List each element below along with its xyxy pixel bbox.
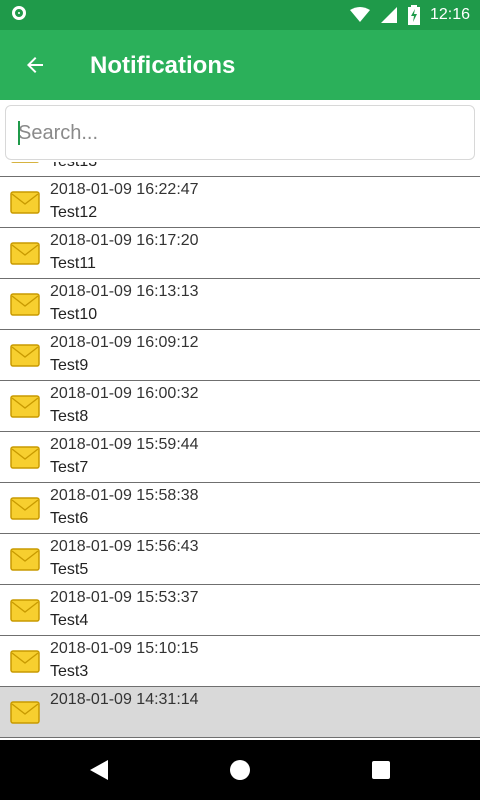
notification-title: Test12 [50, 204, 98, 221]
status-icons: 12:16 [349, 4, 470, 26]
envelope-icon [10, 701, 40, 724]
notification-title: Test8 [50, 408, 89, 425]
notification-title: Test7 [50, 459, 89, 476]
envelope-icon [10, 242, 40, 265]
notification-title: Test9 [50, 357, 89, 374]
envelope-icon [10, 497, 40, 520]
notification-row[interactable]: 2018-01-09 15:10:15 Test3 [0, 636, 480, 687]
envelope-icon [10, 344, 40, 367]
notification-time: 2018-01-09 14:31:14 [50, 691, 199, 708]
system-nav-bar [0, 740, 480, 800]
notification-row[interactable]: 2018-01-09 16:09:12 Test9 [0, 330, 480, 381]
notification-time: 2018-01-09 15:58:38 [50, 487, 199, 504]
envelope-icon [10, 599, 40, 622]
search-box[interactable] [5, 105, 475, 160]
text-cursor [18, 121, 20, 145]
notification-time: 2018-01-09 15:59:44 [50, 436, 199, 453]
notification-row[interactable]: 2018-01-09 16:13:13 Test10 [0, 279, 480, 330]
envelope-icon [10, 650, 40, 673]
battery-charging-icon [407, 5, 420, 25]
notification-row[interactable]: 2018-01-09 16:00:32 Test8 [0, 381, 480, 432]
notification-title: Test6 [50, 510, 89, 527]
notification-time: 2018-01-09 15:56:43 [50, 538, 199, 555]
nav-back-icon[interactable] [88, 758, 110, 782]
nav-home-icon[interactable] [229, 758, 251, 782]
app-bar: Notifications [0, 30, 480, 100]
search-input[interactable] [16, 114, 460, 152]
notification-time: 2018-01-09 16:17:20 [50, 232, 199, 249]
notification-row[interactable]: 2018-01-09 15:53:37 Test4 [0, 585, 480, 636]
notification-list-content: 2018-01-09 16:23:13Test132018-01-09 16:2… [0, 162, 480, 738]
notification-title: Test11 [50, 255, 96, 272]
notification-time: 2018-01-09 16:13:13 [50, 283, 199, 300]
notification-row[interactable]: 2018-01-09 15:56:43 Test5 [0, 534, 480, 585]
notification-list[interactable]: 2018-01-09 16:23:13Test132018-01-09 16:2… [0, 162, 480, 740]
arrow-back-icon [27, 57, 43, 73]
notification-time: 2018-01-09 15:10:15 [50, 640, 199, 657]
notification-row[interactable]: 2018-01-09 15:58:38 Test6 [0, 483, 480, 534]
page-title: Notifications [90, 52, 236, 79]
envelope-icon [10, 293, 40, 316]
notification-title: Test3 [50, 663, 89, 680]
notification-title: Test4 [50, 612, 89, 629]
nav-recents-icon[interactable] [370, 758, 392, 782]
notification-time: 2018-01-09 16:00:32 [50, 385, 199, 402]
envelope-icon [10, 191, 40, 214]
notification-row[interactable]: 2018-01-09 16:22:47 Test12 [0, 177, 480, 228]
wifi-icon [349, 7, 370, 22]
notification-title: Test13 [50, 162, 97, 173]
notification-time: 2018-01-09 15:53:37 [50, 589, 199, 606]
notification-time: 2018-01-09 16:09:12 [50, 334, 199, 351]
envelope-icon [10, 395, 40, 418]
notification-title: Test10 [50, 306, 98, 323]
back-button[interactable] [18, 48, 52, 82]
envelope-icon [11, 162, 39, 163]
envelope-icon [10, 446, 40, 469]
status-time: 12:16 [429, 6, 470, 23]
notification-title: Test5 [50, 561, 89, 578]
signal-icon [380, 7, 397, 23]
status-bar: 12:16 [0, 0, 480, 30]
notification-row[interactable]: 2018-01-09 16:23:13Test13 [0, 162, 480, 177]
status-indicator-icon [12, 6, 26, 20]
notification-time: 2018-01-09 16:22:47 [50, 181, 199, 198]
notification-row[interactable]: 2018-01-09 14:31:14 [0, 687, 480, 738]
notification-row[interactable]: 2018-01-09 15:59:44 Test7 [0, 432, 480, 483]
envelope-icon [10, 548, 40, 571]
notification-row[interactable]: 2018-01-09 16:17:20 Test11 [0, 228, 480, 279]
